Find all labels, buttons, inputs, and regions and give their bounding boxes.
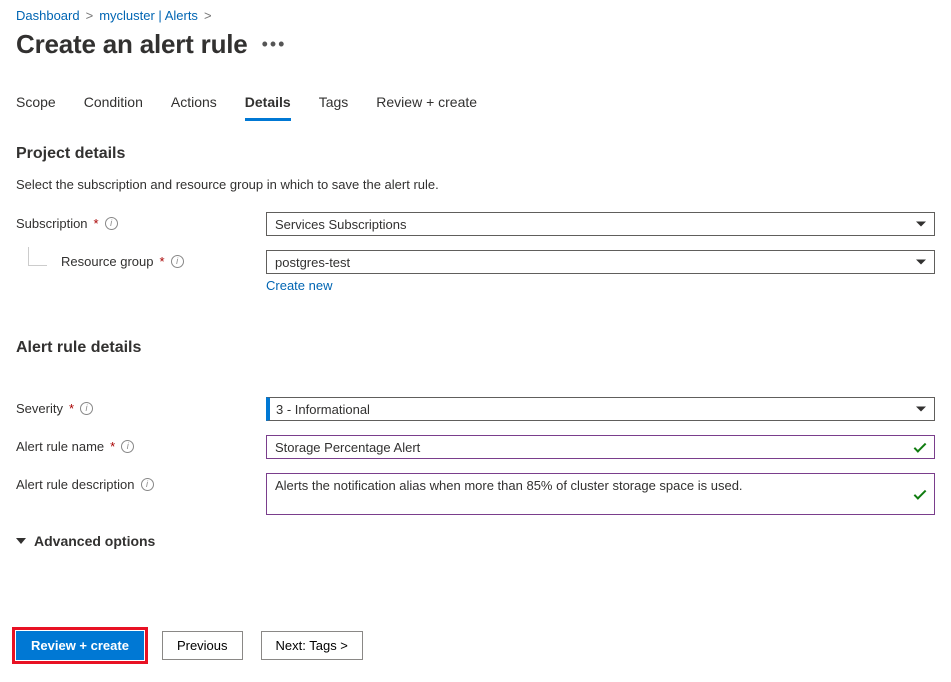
tab-tags[interactable]: Tags (319, 94, 349, 121)
alert-rule-details-heading: Alert rule details (16, 339, 935, 357)
info-icon[interactable]: i (80, 402, 93, 415)
breadcrumb-cluster-alerts[interactable]: mycluster | Alerts (99, 8, 198, 23)
resource-group-value: postgres-test (275, 255, 350, 270)
tab-details[interactable]: Details (245, 94, 291, 121)
previous-button[interactable]: Previous (162, 631, 243, 660)
review-create-button[interactable]: Review + create (16, 631, 144, 660)
project-details-description: Select the subscription and resource gro… (16, 177, 935, 192)
alert-rule-name-label: Alert rule name (16, 439, 104, 454)
alert-rule-description-value: Alerts the notification alias when more … (275, 478, 743, 493)
chevron-down-icon (916, 407, 926, 412)
advanced-options-toggle[interactable]: Advanced options (16, 533, 935, 549)
chevron-down-icon (16, 538, 26, 544)
alert-rule-name-input[interactable]: Storage Percentage Alert (266, 435, 935, 459)
severity-value: 3 - Informational (276, 402, 370, 417)
resource-group-label: Resource group (61, 254, 154, 269)
page-title: Create an alert rule (16, 29, 248, 60)
alert-rule-name-value: Storage Percentage Alert (275, 440, 420, 455)
create-new-resource-group-link[interactable]: Create new (266, 278, 332, 293)
tab-actions[interactable]: Actions (171, 94, 217, 121)
subscription-select[interactable]: Services Subscriptions (266, 212, 935, 236)
info-icon[interactable]: i (121, 440, 134, 453)
chevron-down-icon (916, 222, 926, 227)
alert-rule-description-label: Alert rule description (16, 477, 135, 492)
advanced-options-label: Advanced options (34, 533, 155, 549)
severity-label: Severity (16, 401, 63, 416)
project-details-heading: Project details (16, 145, 935, 163)
info-icon[interactable]: i (105, 217, 118, 230)
info-icon[interactable]: i (171, 255, 184, 268)
chevron-right-icon: > (204, 8, 212, 23)
subscription-label: Subscription (16, 216, 88, 231)
tab-review-create[interactable]: Review + create (376, 94, 477, 121)
checkmark-icon (914, 487, 927, 500)
severity-select[interactable]: 3 - Informational (266, 397, 935, 421)
alert-rule-description-input[interactable]: Alerts the notification alias when more … (266, 473, 935, 515)
required-indicator: * (160, 254, 165, 269)
required-indicator: * (69, 401, 74, 416)
required-indicator: * (94, 216, 99, 231)
tabs: Scope Condition Actions Details Tags Rev… (16, 94, 935, 121)
breadcrumb: Dashboard > mycluster | Alerts > (16, 8, 935, 23)
required-indicator: * (110, 439, 115, 454)
footer-actions: Review + create Previous Next: Tags > (16, 631, 935, 660)
resource-group-select[interactable]: postgres-test (266, 250, 935, 274)
tab-condition[interactable]: Condition (84, 94, 143, 121)
chevron-down-icon (916, 260, 926, 265)
checkmark-icon (914, 440, 927, 453)
more-options-icon[interactable]: ••• (262, 34, 287, 55)
chevron-right-icon: > (86, 8, 94, 23)
breadcrumb-dashboard[interactable]: Dashboard (16, 8, 80, 23)
next-tags-button[interactable]: Next: Tags > (261, 631, 363, 660)
info-icon[interactable]: i (141, 478, 154, 491)
tab-scope[interactable]: Scope (16, 94, 56, 121)
subscription-value: Services Subscriptions (275, 217, 407, 232)
